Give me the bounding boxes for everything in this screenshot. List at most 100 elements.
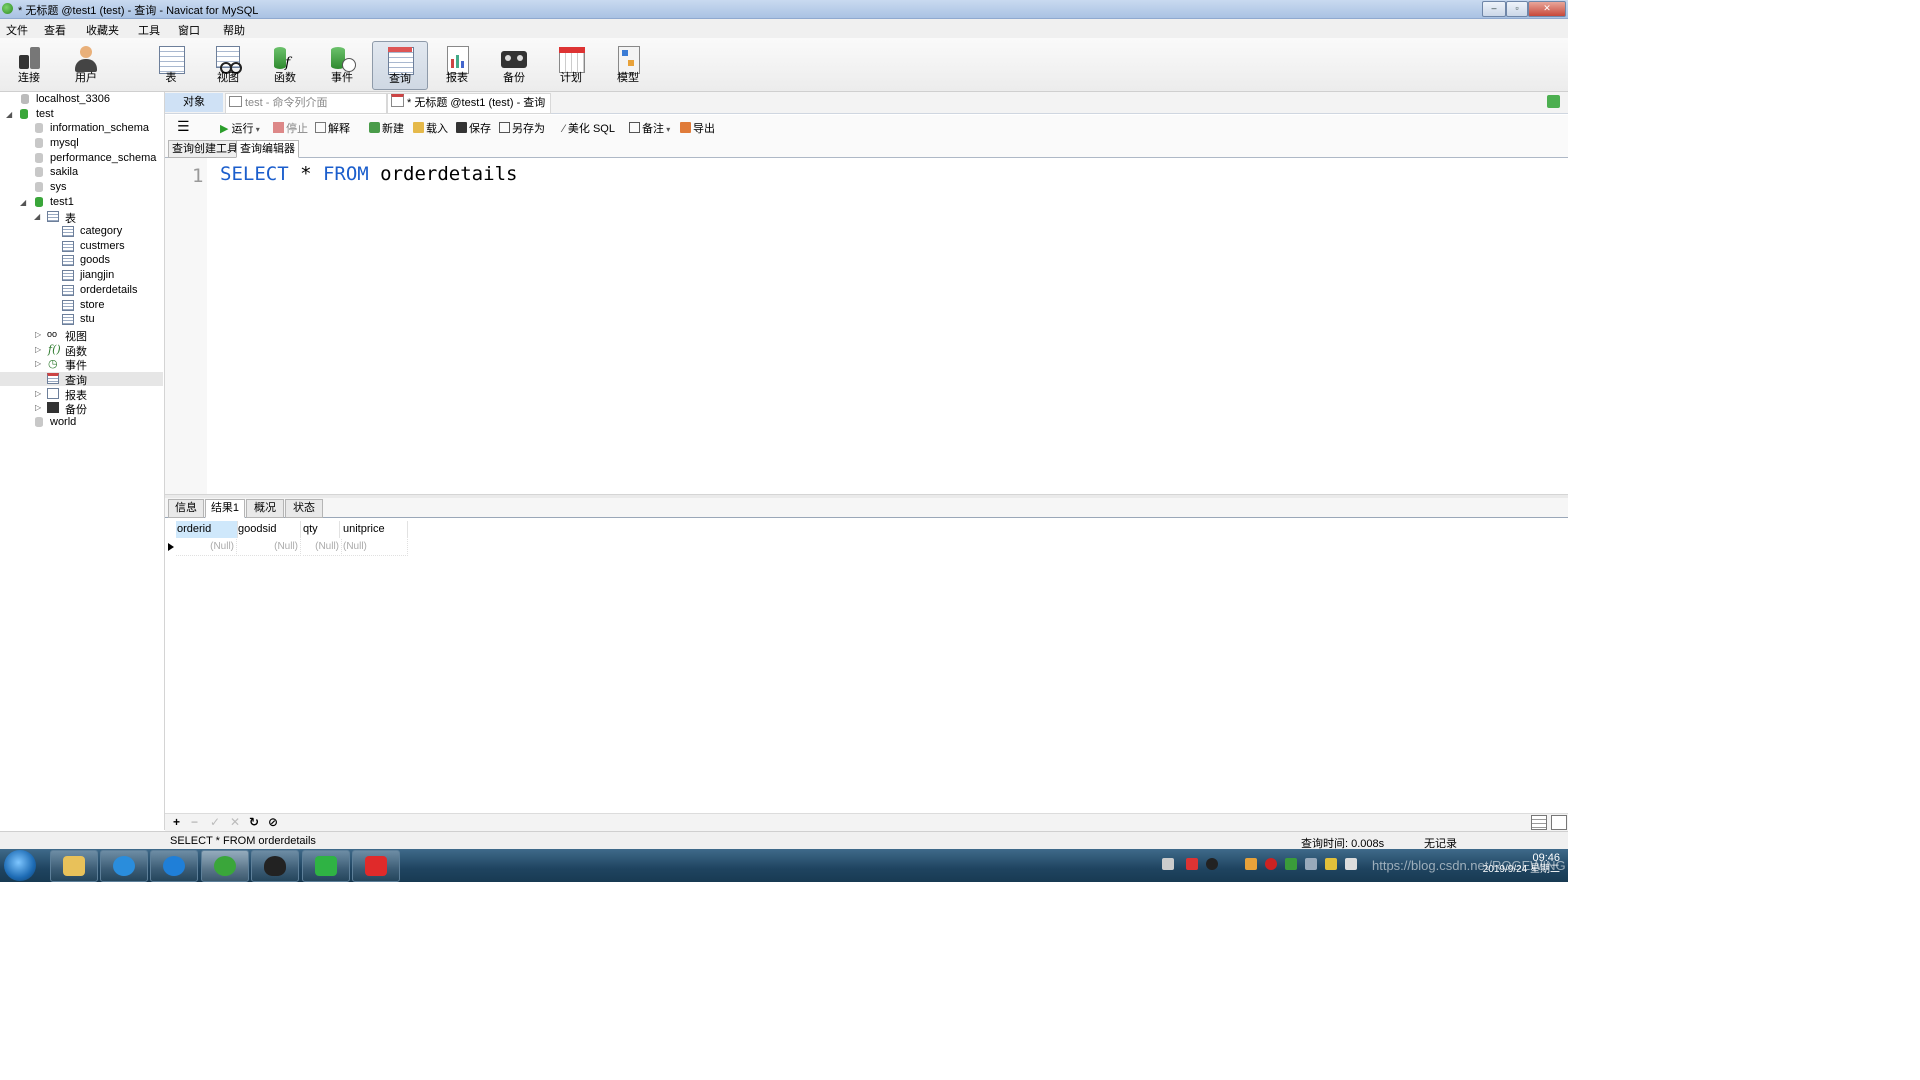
tab-command-line[interactable]: test - 命令列介面 — [225, 93, 387, 114]
beautify-sql-button[interactable]: ⁄ 美化 SQL — [563, 120, 615, 136]
tab-profile[interactable]: 概况 — [246, 499, 284, 518]
cell-unitprice[interactable]: (Null) — [343, 539, 408, 556]
save-button[interactable]: 保存 — [456, 120, 491, 136]
new-tab-icon[interactable] — [1547, 95, 1560, 108]
cell-orderid[interactable]: (Null) — [176, 539, 237, 556]
menu-file[interactable]: 文件 — [6, 22, 28, 38]
menu-favorites[interactable]: 收藏夹 — [86, 22, 119, 38]
view-button[interactable]: 视图 — [201, 41, 255, 88]
report-button[interactable]: 报表 — [430, 41, 484, 88]
delete-record-icon[interactable]: − — [191, 815, 198, 829]
menu-tools[interactable]: 工具 — [138, 22, 160, 38]
column-header-orderid[interactable]: orderid — [176, 521, 238, 538]
taskbar-wechat[interactable] — [302, 850, 350, 882]
taskbar-youdao[interactable] — [352, 850, 400, 882]
expand-arrow-icon[interactable]: ▷ — [35, 403, 41, 412]
connect-button[interactable]: 连接 — [2, 41, 56, 88]
stop-button[interactable]: 停止 — [273, 120, 308, 136]
tab-result1[interactable]: 结果1 — [205, 499, 245, 518]
tree-db-performance-schema[interactable]: performance_schema — [0, 152, 164, 166]
tray-app-icon[interactable] — [1345, 858, 1357, 870]
tree-db-sys[interactable]: sys — [0, 181, 164, 195]
expand-arrow-icon[interactable]: ▷ — [35, 389, 41, 398]
tray-app-icon[interactable] — [1186, 858, 1198, 870]
refresh-icon[interactable]: ↻ — [249, 815, 259, 829]
taskbar-qq[interactable] — [251, 850, 299, 882]
tray-app-icon[interactable] — [1325, 858, 1337, 870]
save-as-button[interactable]: 另存为 — [499, 120, 545, 136]
tree-db-information-schema[interactable]: information_schema — [0, 122, 164, 136]
taskbar-navicat[interactable] — [201, 850, 249, 882]
menu-help[interactable]: 帮助 — [223, 22, 245, 38]
tab-objects[interactable]: 对象 — [165, 93, 223, 112]
expand-arrow-icon[interactable]: ▷ — [35, 345, 41, 354]
tree-table-custmers[interactable]: custmers — [0, 240, 164, 254]
tree-db-mysql[interactable]: mysql — [0, 137, 164, 151]
tree-db-test1[interactable]: ◢ test1 — [0, 196, 164, 210]
stop-icon[interactable]: ⊘ — [268, 815, 278, 829]
taskbar-sogou[interactable] — [150, 850, 198, 882]
new-query-button[interactable]: 新建 — [369, 120, 404, 136]
load-button[interactable]: 载入 — [413, 120, 448, 136]
user-button[interactable]: 用户 — [59, 41, 113, 88]
menu-icon[interactable]: ☰ — [177, 118, 190, 135]
backup-button[interactable]: 备份 — [487, 41, 541, 88]
tree-folder-functions[interactable]: ▷ f() 函数 — [0, 343, 164, 358]
add-record-icon[interactable]: + — [173, 815, 180, 829]
comment-button[interactable]: 备注 ▾ — [629, 120, 670, 136]
tree-folder-events[interactable]: ▷ ◷ 事件 — [0, 357, 164, 372]
system-clock[interactable]: 09:46 2019/9/24 星期二 — [1483, 852, 1560, 876]
tree-connection-test[interactable]: ◢ test — [0, 108, 164, 122]
start-button[interactable] — [4, 850, 36, 881]
form-view-icon[interactable] — [1551, 815, 1567, 830]
table-button[interactable]: 表 — [144, 41, 198, 88]
tree-table-goods[interactable]: goods — [0, 254, 164, 268]
explain-button[interactable]: 解释 — [315, 120, 350, 136]
network-icon[interactable] — [1305, 858, 1317, 870]
expand-arrow-icon[interactable]: ▷ — [35, 359, 41, 368]
tree-table-orderdetails[interactable]: orderdetails — [0, 284, 164, 298]
event-button[interactable]: 事件 — [315, 41, 369, 88]
tree-table-category[interactable]: category — [0, 225, 164, 239]
maximize-button[interactable]: ▫ — [1506, 1, 1528, 17]
close-button[interactable]: ✕ — [1528, 1, 1566, 17]
column-header-unitprice[interactable]: unitprice — [343, 521, 408, 538]
column-header-qty[interactable]: qty — [303, 521, 340, 538]
tree-folder-views[interactable]: ▷ oo 视图 — [0, 328, 164, 343]
collapse-arrow-icon[interactable]: ◢ — [34, 212, 40, 221]
tab-query-builder[interactable]: 查询创建工具 — [168, 140, 242, 158]
cell-goodsid[interactable]: (Null) — [238, 539, 301, 556]
collapse-arrow-icon[interactable]: ◢ — [20, 198, 26, 207]
tree-folder-reports[interactable]: ▷ 报表 — [0, 387, 164, 402]
grid-view-icon[interactable] — [1531, 815, 1547, 830]
expand-arrow-icon[interactable]: ▷ — [35, 330, 41, 339]
discard-changes-icon[interactable]: ✕ — [230, 815, 240, 829]
tray-app-icon[interactable] — [1245, 858, 1257, 870]
shield-icon[interactable] — [1285, 858, 1297, 870]
tree-folder-backups[interactable]: ▷ 备份 — [0, 401, 164, 416]
tab-info[interactable]: 信息 — [168, 499, 204, 518]
model-button[interactable]: 模型 — [601, 41, 655, 88]
tree-db-world[interactable]: world — [0, 416, 164, 430]
schedule-button[interactable]: 计划 — [544, 41, 598, 88]
qq-tray-icon[interactable] — [1206, 858, 1218, 870]
tree-folder-queries[interactable]: 查询 — [0, 372, 163, 387]
query-button[interactable]: 查询 — [372, 41, 428, 90]
tree-folder-tables[interactable]: ◢ 表 — [0, 210, 164, 225]
tree-table-store[interactable]: store — [0, 299, 164, 313]
menu-window[interactable]: 窗口 — [178, 22, 200, 38]
taskbar-explorer[interactable] — [50, 850, 98, 882]
taskbar-ie[interactable] — [100, 850, 148, 882]
menu-view[interactable]: 查看 — [44, 22, 66, 38]
collapse-arrow-icon[interactable]: ◢ — [6, 110, 12, 119]
tab-query[interactable]: * 无标题 @test1 (test) - 查询 — [387, 93, 551, 114]
tab-status[interactable]: 状态 — [285, 499, 323, 518]
keyboard-icon[interactable] — [1162, 858, 1174, 870]
tree-db-sakila[interactable]: sakila — [0, 166, 164, 180]
tree-table-stu[interactable]: stu — [0, 313, 164, 327]
tree-connection-localhost[interactable]: localhost_3306 — [0, 93, 164, 107]
tree-table-jiangjin[interactable]: jiangjin — [0, 269, 164, 283]
run-button[interactable]: ▶ 运行 ▾ — [220, 120, 260, 136]
sql-code-line[interactable]: SELECT * FROM orderdetails — [220, 163, 517, 185]
cell-qty[interactable]: (Null) — [303, 539, 342, 556]
